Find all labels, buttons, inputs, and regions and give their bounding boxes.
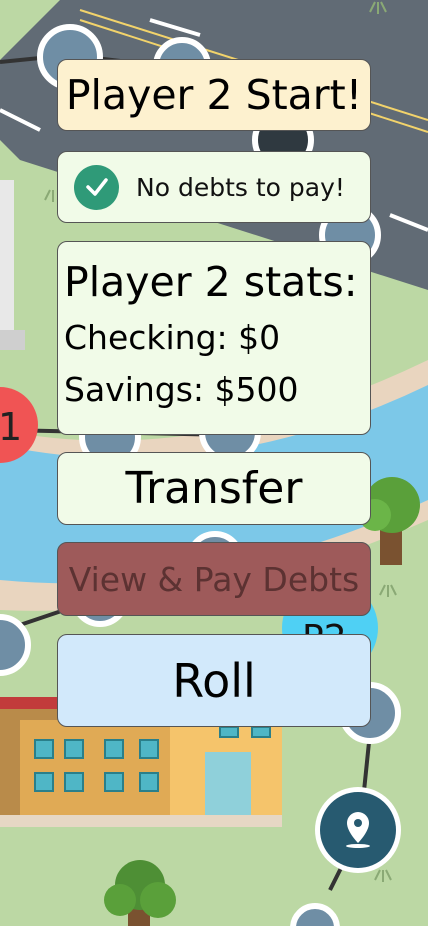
checking-balance: Checking: $0: [64, 318, 281, 357]
location-pin-icon: [315, 787, 401, 873]
board-space: [290, 903, 340, 926]
player-1-token-label: 1: [0, 405, 22, 449]
debt-status-panel: No debts to pay!: [57, 151, 371, 223]
player-stats-panel: Player 2 stats: Checking: $0 Savings: $5…: [57, 241, 371, 435]
view-pay-debts-button[interactable]: View & Pay Debts: [57, 542, 371, 616]
turn-banner: Player 2 Start!: [57, 59, 371, 131]
turn-banner-text: Player 2 Start!: [65, 71, 363, 119]
checkmark-icon: [74, 164, 119, 210]
transfer-button[interactable]: Transfer: [57, 452, 371, 525]
roll-button[interactable]: Roll: [57, 634, 371, 727]
board-space: [0, 614, 31, 676]
savings-balance: Savings: $500: [64, 370, 299, 409]
player-stats-title: Player 2 stats:: [64, 258, 358, 306]
debt-status-text: No debts to pay!: [136, 172, 345, 202]
